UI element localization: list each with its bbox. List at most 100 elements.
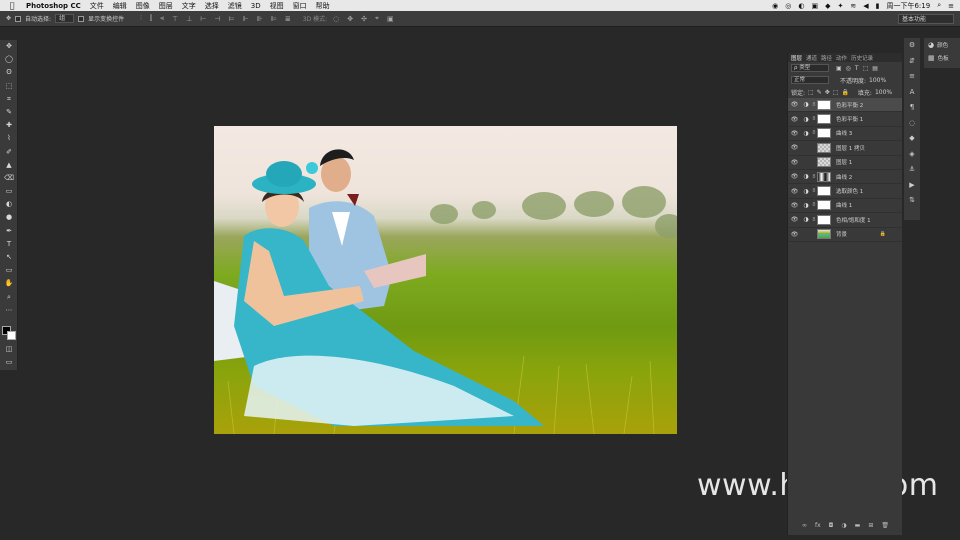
spotlight-icon[interactable]: ⌕ — [937, 1, 941, 10]
paths-icon[interactable]: ⚓ — [904, 162, 920, 178]
3d-scale-icon[interactable]: ▣ — [387, 15, 394, 23]
layer-mask-thumbnail[interactable] — [817, 114, 831, 125]
opacity-value[interactable]: 100% — [869, 77, 886, 84]
crop-tool-icon[interactable]: ⌗ — [0, 93, 18, 106]
new-group-icon[interactable]: ▬ — [855, 522, 861, 529]
distribute-left-icon[interactable]: ⊪ — [257, 15, 263, 23]
quick-select-tool-icon[interactable]: ⬚ — [0, 80, 18, 93]
eraser-tool-icon[interactable]: ⌫ — [0, 172, 18, 185]
menu-edit[interactable]: 编辑 — [113, 1, 127, 11]
gradient-tool-icon[interactable]: ▭ — [0, 185, 18, 198]
status-icon-5[interactable]: ◆ — [825, 2, 830, 10]
layer-mask-thumbnail[interactable] — [817, 214, 831, 225]
status-icon-3[interactable]: ◐ — [798, 2, 804, 10]
swatches-panel-button[interactable]: ▦ 色板 — [924, 51, 960, 64]
layer-thumbnail[interactable] — [817, 157, 831, 168]
document-canvas[interactable] — [214, 126, 677, 434]
layer-mask-thumbnail[interactable] — [817, 99, 831, 110]
layer-row[interactable]: 👁 图层 1 拷贝 — [788, 141, 902, 156]
menu-window[interactable]: 窗口 — [293, 1, 307, 11]
layer-mask-thumbnail[interactable] — [817, 200, 831, 211]
eye-icon[interactable]: 👁 — [788, 130, 801, 137]
lock-transparent-icon[interactable]: ⬚ — [808, 89, 814, 96]
tab-history[interactable]: 历史记录 — [851, 54, 873, 62]
layer-thumbnail[interactable] — [817, 142, 831, 153]
status-icon-4[interactable]: ▣ — [811, 2, 818, 10]
eye-icon[interactable]: 👁 — [788, 231, 801, 238]
auto-select-checkbox[interactable] — [15, 15, 22, 22]
new-adjustment-icon[interactable]: ◑ — [841, 522, 846, 529]
path-select-tool-icon[interactable]: ↖ — [0, 251, 18, 264]
libraries-icon[interactable]: ≡ — [904, 69, 920, 85]
color-swatches[interactable] — [2, 326, 16, 340]
tab-paths[interactable]: 路径 — [821, 54, 832, 62]
marquee-tool-icon[interactable]: ◯ — [0, 53, 18, 66]
hand-tool-icon[interactable]: ✋ — [0, 277, 18, 290]
layers-icon[interactable]: ◆ — [904, 131, 920, 147]
actions-icon[interactable]: ▶ — [904, 178, 920, 194]
eye-icon[interactable]: 👁 — [788, 159, 801, 166]
align-right-icon[interactable]: ⊢ — [200, 15, 206, 23]
auto-align-icon[interactable]: ≣ — [285, 15, 291, 23]
distribute-hcenter-icon[interactable]: ⊫ — [271, 15, 277, 23]
eye-icon[interactable]: 👁 — [788, 101, 801, 108]
menu-type[interactable]: 文字 — [182, 1, 196, 11]
brush-tool-icon[interactable]: ⌇ — [0, 132, 18, 145]
3d-drag-icon[interactable]: ✣ — [361, 15, 367, 23]
layer-mask-thumbnail[interactable] — [817, 171, 831, 182]
layer-row[interactable]: 👁 ◑ 8 曲线 1 — [788, 199, 902, 214]
link-layers-icon[interactable]: ∞ — [802, 522, 807, 529]
layer-mask-thumbnail[interactable] — [817, 128, 831, 139]
menu-image[interactable]: 图像 — [136, 1, 150, 11]
layer-row[interactable]: 👁 ◑ 8 曲线 3 — [788, 127, 902, 142]
layer-row[interactable]: 👁 ◑ 8 选取颜色 1 — [788, 184, 902, 199]
layer-filter-dropdown[interactable]: ρ 类型 — [791, 64, 829, 72]
properties-icon[interactable]: ⚙ — [904, 38, 920, 54]
distribute-vcenter-icon[interactable]: ⊨ — [228, 15, 234, 23]
filter-shape-icon[interactable]: ⬚ — [863, 65, 869, 72]
layer-thumbnail[interactable] — [817, 229, 831, 240]
app-menu[interactable]: Photoshop CC — [26, 2, 81, 10]
menu-3d[interactable]: 3D — [251, 2, 261, 10]
move-tool-icon[interactable]: ✥ — [6, 15, 11, 22]
layer-mask-thumbnail[interactable] — [817, 186, 831, 197]
3d-rotate-icon[interactable]: ◌ — [333, 15, 339, 23]
menu-select[interactable]: 选择 — [205, 1, 219, 11]
layer-row[interactable]: 👁 ◑ 8 色彩平衡 2 — [788, 98, 902, 113]
filter-adjustment-icon[interactable]: ◎ — [846, 65, 851, 72]
wifi-icon[interactable]: ≋ — [850, 2, 856, 10]
apple-logo-icon[interactable]:  — [7, 1, 17, 10]
layer-row[interactable]: 👁 图层 1 — [788, 156, 902, 170]
align-hcenter-icon[interactable]: ⊥ — [186, 15, 192, 23]
blend-mode-dropdown[interactable]: 正常 — [791, 76, 829, 84]
brush-settings-icon[interactable]: ◌ — [904, 116, 920, 132]
lock-position-icon[interactable]: ✥ — [825, 89, 830, 96]
status-icon-6[interactable]: ✦ — [837, 2, 843, 10]
new-layer-icon[interactable]: ⊞ — [868, 522, 873, 529]
align-top-icon[interactable]: ⫶ — [140, 14, 142, 23]
lock-artboard-icon[interactable]: ⬚ — [833, 89, 839, 96]
tab-actions[interactable]: 动作 — [836, 54, 847, 62]
background-color-swatch[interactable] — [7, 331, 16, 340]
workspace-dropdown[interactable]: 基本功能 — [898, 14, 954, 24]
quick-mask-icon[interactable]: ◫ — [0, 343, 18, 356]
status-icon-1[interactable]: ◉ — [772, 2, 778, 10]
eye-icon[interactable]: 👁 — [788, 188, 801, 195]
adjustments-icon[interactable]: ⇵ — [904, 54, 920, 70]
eye-icon[interactable]: 👁 — [788, 173, 801, 180]
3d-slide-icon[interactable]: ⌖ — [375, 14, 379, 23]
lasso-tool-icon[interactable]: ʘ — [0, 66, 18, 79]
eye-icon[interactable]: 👁 — [788, 216, 801, 223]
lock-all-icon[interactable]: 🔒 — [841, 89, 848, 96]
lock-image-icon[interactable]: ✎ — [817, 89, 822, 96]
layer-row[interactable]: 👁 背景 🔒 — [788, 228, 902, 242]
notification-icon[interactable]: ≡ — [948, 2, 954, 10]
paragraph-icon[interactable]: ¶ — [904, 100, 920, 116]
clock[interactable]: 周一下午6:19 — [886, 1, 930, 11]
more-tools-icon[interactable]: ⋯ — [0, 304, 18, 317]
healing-tool-icon[interactable]: ✚ — [0, 119, 18, 132]
move-tool-icon[interactable]: ✥ — [0, 40, 18, 53]
color-panel-button[interactable]: ◕ 颜色 — [924, 38, 960, 51]
align-left-icon[interactable]: ⊤ — [172, 15, 178, 23]
status-icon-2[interactable]: ◎ — [785, 2, 791, 10]
